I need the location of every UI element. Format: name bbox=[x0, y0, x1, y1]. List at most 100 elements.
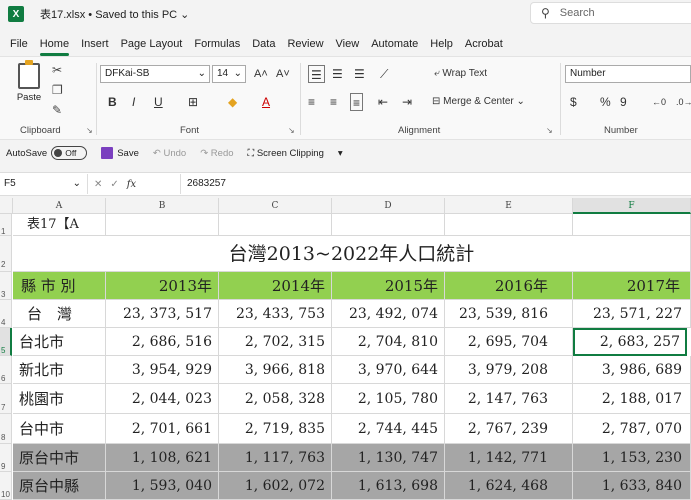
font-name-select[interactable]: DFKai-SB ⌄ bbox=[100, 65, 210, 83]
value-cell[interactable]: 3, 966, 818 bbox=[219, 356, 332, 384]
cell[interactable] bbox=[573, 214, 691, 236]
search-box[interactable]: ⚲ Search bbox=[530, 2, 691, 24]
bold-button[interactable]: B bbox=[108, 93, 117, 111]
value-cell[interactable]: 23, 373, 517 bbox=[106, 300, 219, 328]
increase-decimal-icon[interactable]: ←0 bbox=[652, 93, 666, 111]
borders-icon[interactable]: ⊞ bbox=[188, 93, 198, 111]
cut-icon[interactable]: ✂ bbox=[52, 63, 62, 77]
value-cell[interactable]: 2, 702, 315 bbox=[219, 328, 332, 356]
value-cell[interactable]: 1, 613, 698 bbox=[332, 472, 445, 500]
alignment-launcher-icon[interactable]: ↘ bbox=[546, 126, 553, 135]
column-header-a[interactable]: A bbox=[13, 198, 106, 214]
document-title[interactable]: 表17.xlsx • Saved to this PC ⌄ bbox=[40, 6, 189, 22]
screen-clipping-button[interactable]: ⛶ Screen Clipping bbox=[248, 148, 324, 159]
insert-function-button[interactable]: fx bbox=[127, 179, 136, 190]
value-cell[interactable]: 2, 105, 780 bbox=[332, 384, 445, 414]
value-cell[interactable]: 23, 571, 227 bbox=[573, 300, 691, 328]
wrap-text-button[interactable]: ⤶ Wrap Text bbox=[434, 65, 487, 83]
row-label[interactable]: 原台中市 bbox=[13, 444, 106, 472]
tab-data[interactable]: Data bbox=[246, 30, 281, 56]
align-top-icon[interactable]: ☰ bbox=[308, 65, 325, 83]
column-header-b[interactable]: B bbox=[106, 198, 219, 214]
row-header[interactable]: 5 bbox=[0, 328, 12, 356]
header-cell-year[interactable]: 2016年 bbox=[445, 272, 573, 300]
column-header-c[interactable]: C bbox=[219, 198, 332, 214]
value-cell[interactable]: 2, 058, 328 bbox=[219, 384, 332, 414]
font-color-icon[interactable]: A bbox=[262, 93, 270, 111]
font-launcher-icon[interactable]: ↘ bbox=[288, 126, 295, 135]
underline-button[interactable]: U bbox=[154, 93, 163, 111]
cancel-icon[interactable]: ✕ bbox=[94, 179, 102, 190]
value-cell[interactable]: 2, 719, 835 bbox=[219, 414, 332, 444]
row-header[interactable]: 7 bbox=[0, 384, 12, 414]
fill-color-icon[interactable]: ◆ bbox=[228, 93, 237, 111]
cell[interactable] bbox=[106, 214, 219, 236]
undo-button[interactable]: ↶ Undo bbox=[153, 148, 186, 159]
cell[interactable] bbox=[219, 214, 332, 236]
column-header-e[interactable]: E bbox=[445, 198, 573, 214]
header-cell-year[interactable]: 2015年 bbox=[332, 272, 445, 300]
value-cell[interactable]: 2, 701, 661 bbox=[106, 414, 219, 444]
paste-button[interactable]: Paste bbox=[12, 60, 46, 119]
value-cell[interactable]: 2, 744, 445 bbox=[332, 414, 445, 444]
shrink-font-button[interactable]: A˅ bbox=[276, 65, 290, 83]
worksheet-grid[interactable]: A B C D E F 1 2 3 4 5 6 7 8 9 10 表17【A 台… bbox=[0, 198, 691, 500]
enter-icon[interactable]: ✓ bbox=[110, 179, 118, 190]
tab-automate[interactable]: Automate bbox=[365, 30, 424, 56]
cell-a1[interactable]: 表17【A bbox=[13, 214, 106, 236]
column-header-d[interactable]: D bbox=[332, 198, 445, 214]
decrease-decimal-icon[interactable]: .0→ bbox=[676, 93, 691, 111]
copy-icon[interactable]: ❐ bbox=[52, 83, 63, 97]
clipboard-launcher-icon[interactable]: ↘ bbox=[86, 126, 93, 135]
row-label[interactable]: 新北市 bbox=[13, 356, 106, 384]
italic-button[interactable]: I bbox=[132, 93, 135, 111]
value-cell[interactable]: 23, 433, 753 bbox=[219, 300, 332, 328]
value-cell[interactable]: 1, 153, 230 bbox=[573, 444, 691, 472]
value-cell[interactable]: 3, 986, 689 bbox=[573, 356, 691, 384]
name-box[interactable]: F5 ⌄ bbox=[0, 174, 88, 194]
row-header[interactable]: 8 bbox=[0, 414, 12, 444]
value-cell[interactable]: 3, 970, 644 bbox=[332, 356, 445, 384]
value-cell[interactable]: 23, 539, 816 bbox=[445, 300, 573, 328]
row-header[interactable]: 3 bbox=[0, 272, 12, 300]
row-header[interactable]: 1 bbox=[0, 214, 12, 236]
value-cell[interactable]: 2, 188, 017 bbox=[573, 384, 691, 414]
active-cell-f5[interactable]: 2, 683, 257 bbox=[573, 328, 687, 356]
row-header[interactable]: 2 bbox=[0, 236, 12, 272]
value-cell[interactable]: 3, 954, 929 bbox=[106, 356, 219, 384]
format-painter-icon[interactable]: ✎ bbox=[52, 103, 62, 117]
value-cell[interactable]: 1, 117, 763 bbox=[219, 444, 332, 472]
number-format-select[interactable]: Number bbox=[565, 65, 691, 83]
font-size-select[interactable]: 14 ⌄ bbox=[212, 65, 246, 83]
column-header-f[interactable]: F bbox=[573, 198, 691, 214]
tab-review[interactable]: Review bbox=[281, 30, 329, 56]
value-cell[interactable]: 2, 767, 239 bbox=[445, 414, 573, 444]
orientation-icon[interactable]: ⟋ bbox=[380, 65, 388, 83]
value-cell[interactable]: 1, 142, 771 bbox=[445, 444, 573, 472]
save-button[interactable]: Save bbox=[101, 147, 139, 159]
value-cell[interactable]: 2, 044, 023 bbox=[106, 384, 219, 414]
formula-input[interactable]: 2683257 bbox=[180, 174, 226, 194]
align-left-icon[interactable]: ≡ bbox=[308, 93, 315, 111]
cell[interactable] bbox=[332, 214, 445, 236]
table-title[interactable]: 台灣2013~2022年人口統計 bbox=[13, 236, 691, 272]
value-cell[interactable]: 1, 624, 468 bbox=[445, 472, 573, 500]
header-cell-year[interactable]: 2014年 bbox=[219, 272, 332, 300]
tab-file[interactable]: File bbox=[4, 30, 34, 56]
tab-page-layout[interactable]: Page Layout bbox=[115, 30, 189, 56]
row-label[interactable]: 原台中縣 bbox=[13, 472, 106, 500]
value-cell[interactable]: 1, 593, 040 bbox=[106, 472, 219, 500]
tab-formulas[interactable]: Formulas bbox=[188, 30, 246, 56]
tab-help[interactable]: Help bbox=[424, 30, 459, 56]
grow-font-button[interactable]: A˄ bbox=[254, 65, 268, 83]
align-center-icon[interactable]: ≡ bbox=[330, 93, 337, 111]
tab-acrobat[interactable]: Acrobat bbox=[459, 30, 509, 56]
value-cell[interactable]: 2, 686, 516 bbox=[106, 328, 219, 356]
value-cell[interactable]: 1, 108, 621 bbox=[106, 444, 219, 472]
align-right-icon[interactable]: ≡ bbox=[350, 93, 364, 111]
tab-insert[interactable]: Insert bbox=[75, 30, 115, 56]
merge-center-button[interactable]: ⊟ Merge & Center ⌄ bbox=[432, 93, 525, 111]
header-cell-year[interactable]: 2013年 bbox=[106, 272, 219, 300]
row-label[interactable]: 台中市 bbox=[13, 414, 106, 444]
row-label[interactable]: 桃園市 bbox=[13, 384, 106, 414]
